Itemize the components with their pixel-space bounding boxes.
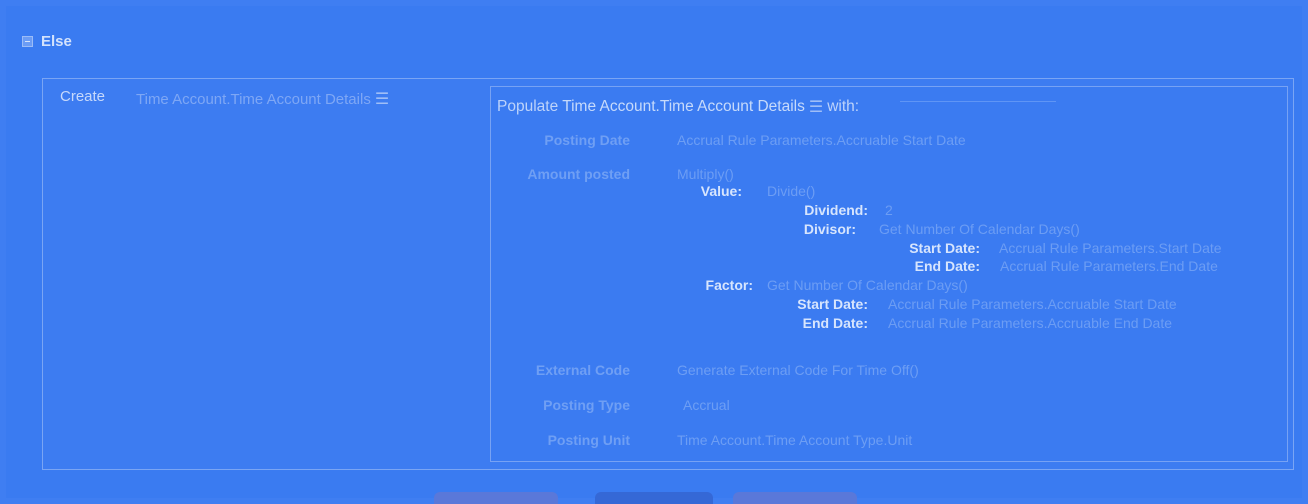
populate-suffix: with: — [827, 98, 860, 115]
populate-target[interactable]: Time Account.Time Account Details — [562, 98, 805, 116]
menu-icon[interactable]: ☰ — [375, 89, 389, 109]
divisor-end-date-value[interactable]: Accrual Rule Parameters.End Date — [1000, 258, 1218, 274]
multiply-function[interactable]: Multiply() — [677, 166, 734, 182]
bottom-action-button[interactable] — [434, 492, 558, 504]
posting-type-value[interactable]: Accrual — [683, 397, 730, 413]
dividend-value[interactable]: 2 — [885, 202, 893, 218]
title-underline — [900, 101, 1056, 102]
create-label: Create — [60, 88, 106, 105]
collapse-icon[interactable] — [22, 35, 33, 47]
posting-unit-label: Posting Unit — [547, 432, 630, 448]
external-code-label: External Code — [535, 362, 630, 378]
else-block-header[interactable]: Else — [22, 30, 72, 52]
factor-end-date-value[interactable]: Accrual Rule Parameters.Accruable End Da… — [888, 315, 1172, 331]
external-code-value[interactable]: Generate External Code For Time Off() — [677, 362, 919, 378]
factor-function[interactable]: Get Number Of Calendar Days() — [767, 277, 968, 293]
divisor-start-date-value[interactable]: Accrual Rule Parameters.Start Date — [999, 240, 1222, 256]
divisor-end-date-keyword: End Date: — [914, 258, 980, 274]
create-target-expression[interactable]: Time Account.Time Account Details ☰ — [136, 89, 389, 109]
posting-date-value[interactable]: Accrual Rule Parameters.Accruable Start … — [677, 132, 966, 148]
factor-start-date-value[interactable]: Accrual Rule Parameters.Accruable Start … — [888, 296, 1177, 312]
bottom-action-button[interactable] — [595, 492, 713, 504]
factor-start-date-keyword: Start Date: — [797, 296, 868, 312]
populate-title: Populate Time Account.Time Account Detai… — [497, 97, 859, 117]
divide-function[interactable]: Divide() — [767, 183, 815, 199]
value-keyword: Value: — [700, 183, 742, 199]
divisor-keyword: Divisor: — [803, 221, 856, 237]
create-target-text[interactable]: Time Account.Time Account Details — [136, 91, 371, 108]
posting-unit-value[interactable]: Time Account.Time Account Type.Unit — [677, 432, 912, 448]
amount-posted-label: Amount posted — [527, 166, 630, 182]
bottom-action-button[interactable] — [733, 492, 857, 504]
posting-date-label: Posting Date — [544, 132, 630, 148]
populate-prefix: Populate — [497, 98, 559, 115]
posting-type-label: Posting Type — [543, 397, 630, 413]
divisor-start-date-keyword: Start Date: — [909, 240, 980, 256]
menu-icon[interactable]: ☰ — [809, 97, 823, 117]
factor-end-date-keyword: End Date: — [802, 315, 868, 331]
dividend-keyword: Dividend: — [804, 202, 868, 218]
else-label: Else — [41, 32, 72, 50]
factor-keyword: Factor: — [705, 277, 753, 293]
divisor-function[interactable]: Get Number Of Calendar Days() — [879, 221, 1080, 237]
